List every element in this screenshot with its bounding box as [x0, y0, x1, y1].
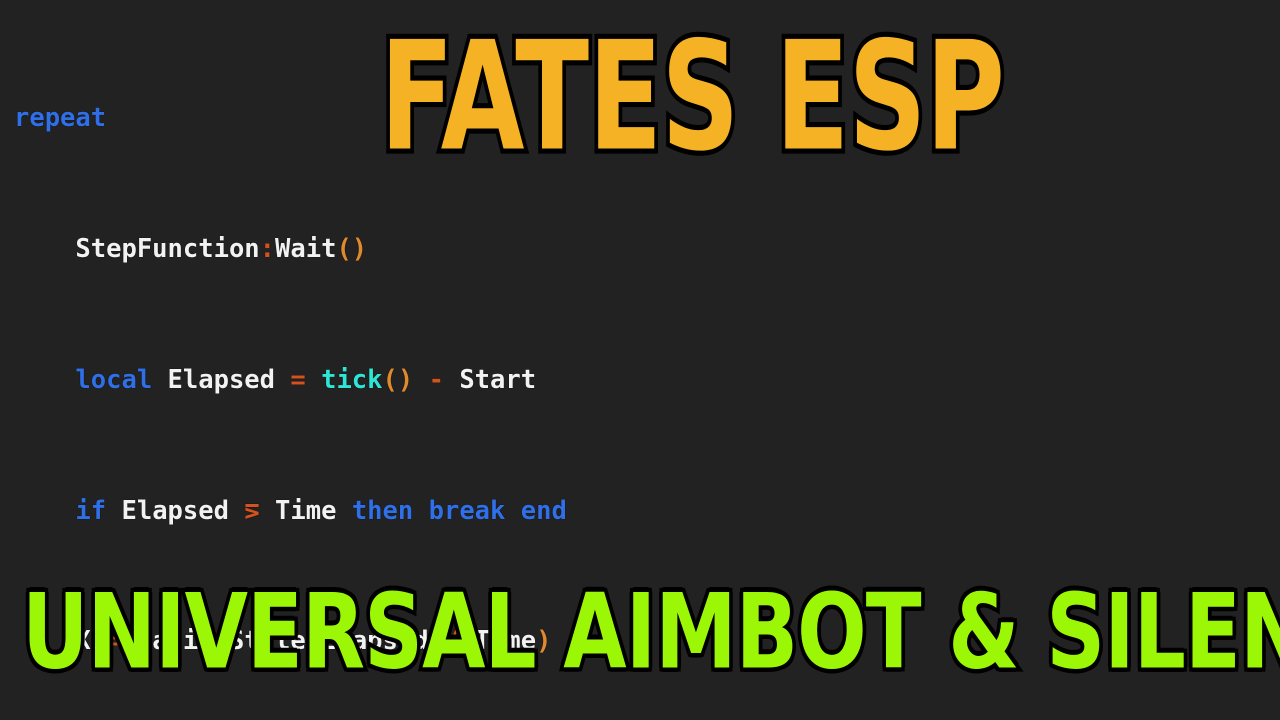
thumbnail-canvas: repeat StepFunction:Wait() local Elapsed…	[0, 0, 1280, 720]
code-line: StepFunction:Wait()	[75, 233, 368, 264]
code-line: if Elapsed ⋝ Time then break end	[75, 495, 567, 526]
code-line: local Elapsed = tick() - Start	[75, 364, 537, 395]
thumbnail-title-main: FATES ESP	[376, 9, 1008, 186]
thumbnail-title-subtitle: UNIVERSAL AIMBOT & SILENT AIM	[19, 570, 1280, 693]
